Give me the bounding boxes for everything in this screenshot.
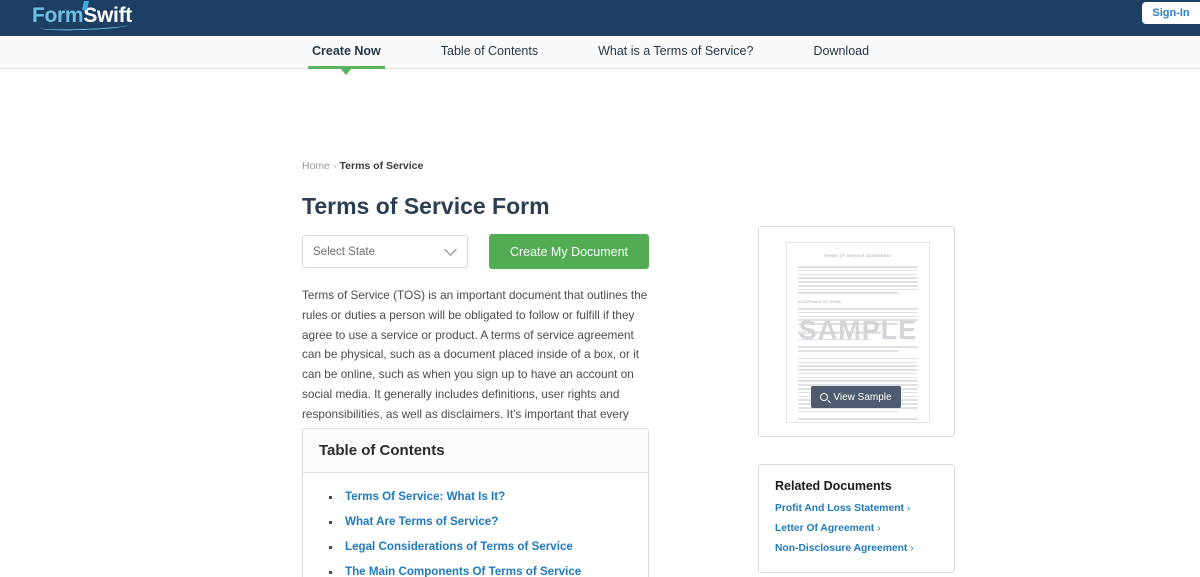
nav-label-download: Download	[813, 44, 870, 58]
related-link-non-disclosure-agreement[interactable]: Non-Disclosure Agreement ›	[775, 543, 938, 554]
table-of-contents-heading: Table of Contents	[303, 429, 648, 473]
chevron-down-icon	[444, 243, 457, 256]
magnifier-icon	[820, 393, 829, 401]
chevron-right-icon: ›	[877, 523, 881, 534]
document-thumbnail-section-1: ACCEPTANCE OF TERMS	[798, 300, 842, 305]
breadcrumb: Home › Terms of Service	[302, 160, 423, 172]
sign-in-button[interactable]: Sign-In	[1142, 2, 1200, 24]
nav-item-download[interactable]: Download	[813, 44, 869, 60]
page-title: Terms of Service Form	[302, 193, 550, 219]
related-link-label: Profit And Loss Statement	[775, 503, 904, 514]
view-sample-label: View Sample	[833, 391, 892, 403]
sample-watermark: SAMPLE	[798, 315, 918, 345]
nav-active-arrow-icon	[340, 68, 353, 75]
state-select[interactable]: Select State	[302, 235, 468, 268]
chevron-right-icon: ›	[906, 503, 911, 514]
list-item: What Are Terms of Service?	[303, 509, 648, 534]
nav-item-create-now[interactable]: Create Now	[308, 44, 385, 75]
list-item: Legal Considerations of Terms of Service	[303, 534, 648, 559]
related-documents-title: Related Documents	[775, 479, 892, 493]
document-thumbnail-paragraph	[798, 418, 918, 422]
breadcrumb-link-home[interactable]: Home	[302, 160, 330, 172]
document-thumbnail-title: TERMS OF SERVICE AGREEMENT	[823, 254, 893, 258]
view-sample-button[interactable]: View Sample	[811, 386, 901, 408]
related-link-label: Non-Disclosure Agreement	[775, 543, 908, 554]
list-item: The Main Components Of Terms of Service	[303, 559, 648, 577]
breadcrumb-separator-icon: ›	[333, 160, 337, 172]
state-select-value: Select State	[313, 245, 376, 258]
toc-link-main-components[interactable]: The Main Components Of Terms of Service	[345, 565, 581, 577]
nav-item-table-of-contents[interactable]: Table of Contents	[441, 44, 538, 60]
table-of-contents-card: Table of Contents Terms Of Service: What…	[302, 428, 649, 577]
toc-link-terms-of-service-what-is-it[interactable]: Terms Of Service: What Is It?	[345, 490, 505, 503]
related-link-label: Letter Of Agreement	[775, 523, 875, 534]
toc-link-legal-considerations[interactable]: Legal Considerations of Terms of Service	[345, 540, 573, 553]
list-item: Terms Of Service: What Is It?	[303, 484, 648, 509]
document-thumbnail-paragraph	[798, 346, 918, 352]
create-my-document-button[interactable]: Create My Document	[489, 234, 649, 269]
nav-label-what-is-a-terms-of-service: What is a Terms of Service?	[598, 44, 754, 58]
site-header: FormSwift Sign-In	[0, 0, 1200, 36]
toc-link-what-are-terms-of-service[interactable]: What Are Terms of Service?	[345, 515, 498, 528]
primary-nav: Create Now Table of Contents What is a T…	[0, 36, 1200, 75]
nav-label-create-now: Create Now	[312, 44, 381, 58]
nav-label-table-of-contents: Table of Contents	[440, 44, 539, 58]
document-thumbnail-paragraph	[798, 266, 918, 295]
breadcrumb-current: Terms of Service	[339, 160, 424, 172]
chevron-right-icon: ›	[910, 543, 914, 554]
related-link-letter-of-agreement[interactable]: Letter Of Agreement ›	[775, 523, 938, 534]
table-of-contents-list: Terms Of Service: What Is It? What Are T…	[303, 473, 648, 577]
nav-item-what-is-a-terms-of-service[interactable]: What is a Terms of Service?	[598, 44, 753, 60]
related-documents-card: Related Documents Profit And Loss Statem…	[758, 464, 955, 573]
related-link-profit-and-loss-statement[interactable]: Profit And Loss Statement ›	[775, 503, 938, 514]
